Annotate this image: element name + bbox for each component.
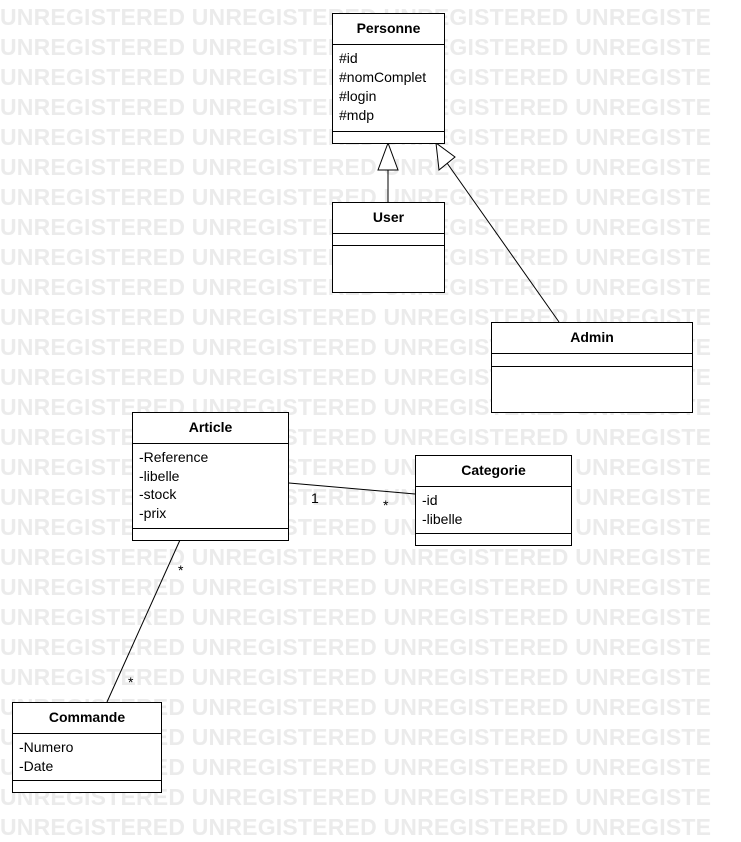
- attribute: #mdp: [339, 107, 375, 123]
- attribute: #id: [339, 50, 358, 66]
- attribute: -id: [422, 492, 438, 508]
- class-commande-name: Commande: [13, 703, 161, 734]
- attribute: -Numero: [19, 739, 74, 755]
- multiplicity-article-commande-source: *: [178, 562, 184, 578]
- class-admin-attributes: [492, 354, 692, 367]
- class-admin[interactable]: Admin: [491, 322, 693, 413]
- class-admin-name: Admin: [492, 323, 692, 354]
- class-personne-name: Personne: [333, 14, 444, 45]
- class-article-name: Article: [133, 413, 288, 444]
- attribute: -libelle: [139, 467, 180, 484]
- generalization-admin-personne: [446, 162, 560, 323]
- inheritance-arrowhead-admin: [435, 141, 456, 171]
- attribute: #login: [339, 88, 377, 104]
- class-user-name: User: [333, 203, 444, 234]
- class-commande-attributes: -Numero -Date: [13, 734, 161, 781]
- class-user-attributes: [333, 234, 444, 246]
- class-article[interactable]: Article -Reference -libelle -stock -prix: [132, 412, 289, 541]
- class-personne[interactable]: Personne #id #nomComplet #login #mdp: [332, 13, 445, 144]
- association-article-commande: [106, 539, 181, 703]
- attribute: -stock: [139, 486, 177, 502]
- attribute: -Reference: [139, 449, 209, 465]
- multiplicity-article-commande-target: *: [128, 674, 134, 690]
- class-categorie-name: Categorie: [416, 456, 571, 487]
- class-user[interactable]: User: [332, 202, 445, 293]
- class-categorie-attributes: -id -libelle: [416, 487, 571, 534]
- attribute: -libelle: [422, 511, 463, 527]
- attribute: -Date: [19, 758, 54, 774]
- class-article-attributes: -Reference -libelle -stock -prix: [133, 444, 288, 529]
- class-categorie[interactable]: Categorie -id -libelle: [415, 455, 572, 546]
- inheritance-arrowhead-user: [377, 141, 399, 171]
- association-article-categorie: [288, 482, 416, 495]
- attribute: -prix: [139, 504, 167, 521]
- multiplicity-article-categorie-source: 1: [311, 490, 319, 506]
- class-commande[interactable]: Commande -Numero -Date: [12, 702, 162, 793]
- attribute: #nomComplet: [339, 69, 427, 85]
- multiplicity-article-categorie-target: *: [383, 497, 389, 513]
- class-personne-attributes: #id #nomComplet #login #mdp: [333, 45, 444, 132]
